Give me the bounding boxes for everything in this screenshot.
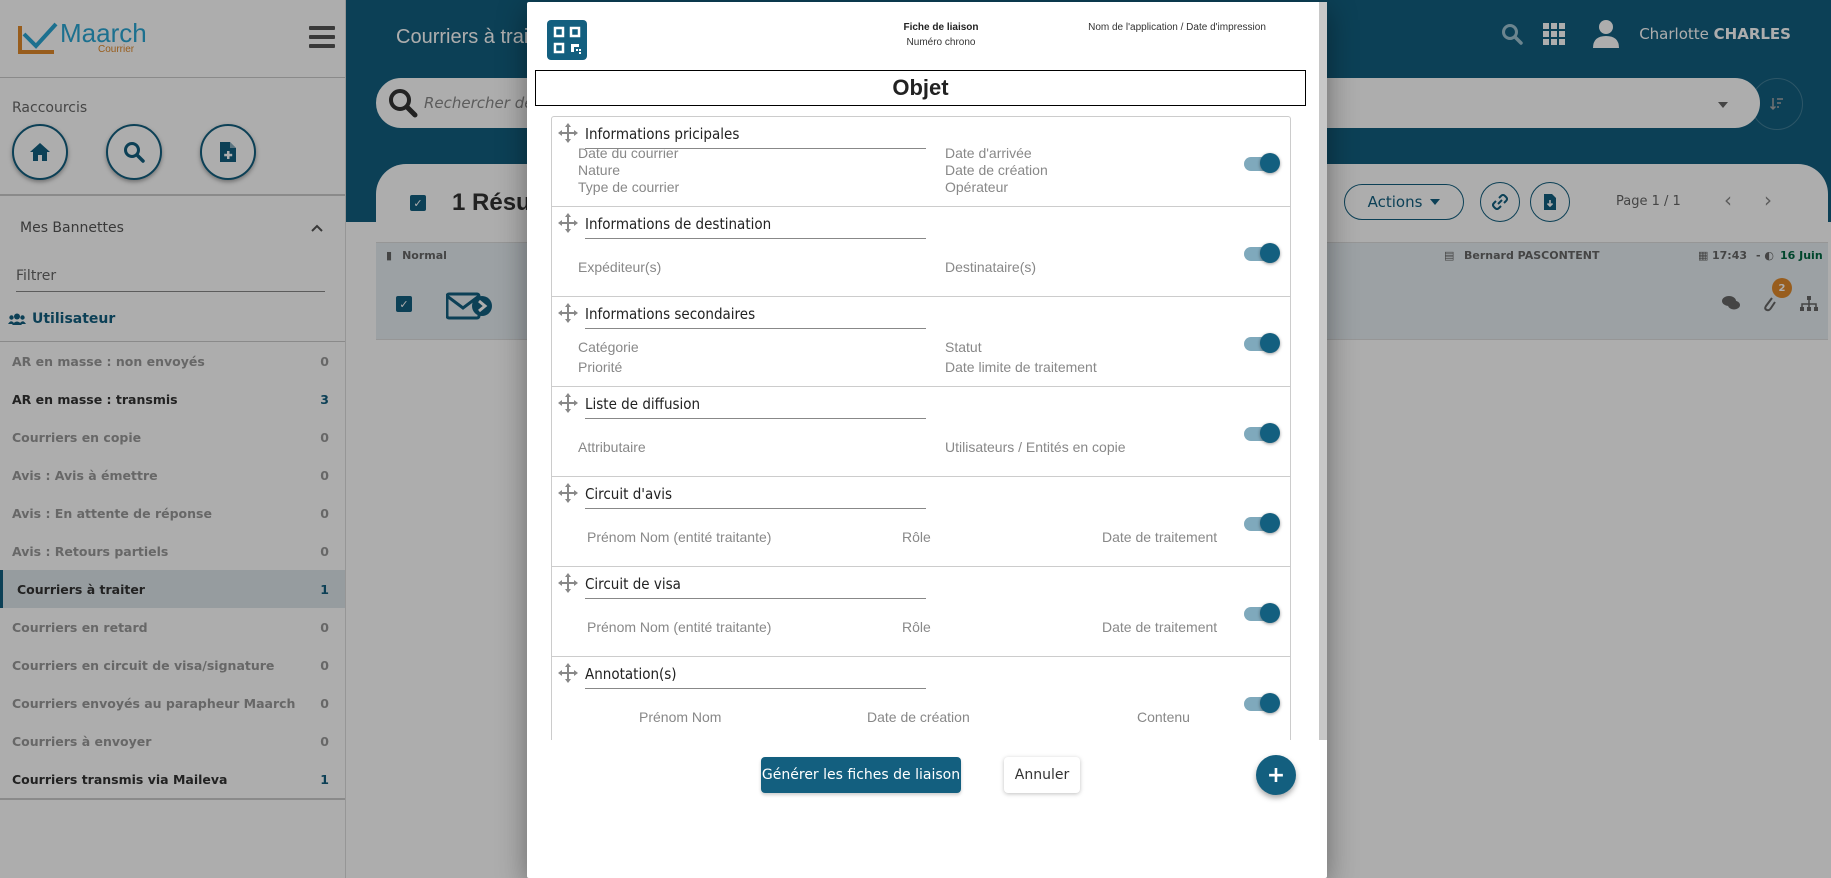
section-field-label: Prénom Nom bbox=[639, 709, 722, 725]
section-title-underline bbox=[585, 238, 926, 239]
cancel-button[interactable]: Annuler bbox=[1004, 757, 1080, 793]
section-field-label: Date de traitement bbox=[1102, 529, 1218, 545]
toggle-knob bbox=[1260, 423, 1280, 443]
drag-handle-icon[interactable] bbox=[558, 663, 578, 683]
section-field-label: Prénom Nom (entité traitante) bbox=[587, 619, 772, 635]
section-field-label: Priorité bbox=[578, 359, 623, 375]
section-title: Circuit d'avis bbox=[585, 485, 672, 503]
section-title: Informations pricipales bbox=[585, 125, 740, 143]
section-field-label: Statut bbox=[945, 339, 982, 355]
section-title: Informations de destination bbox=[585, 215, 772, 233]
dialog-actions: Générer les fiches de liaison Annuler + bbox=[527, 755, 1327, 797]
section-title: Liste de diffusion bbox=[585, 395, 701, 413]
fiche-header-title: Fiche de liaison bbox=[903, 22, 979, 33]
fiche-section[interactable]: Circuit d'avis Prénom Nom (entité traitan… bbox=[552, 477, 1290, 567]
section-field-label: Contenu bbox=[1137, 709, 1190, 725]
qr-code-glyph bbox=[553, 26, 581, 54]
section-field-label: Destinataire(s) bbox=[945, 259, 1037, 275]
section-enabled-toggle[interactable] bbox=[1242, 241, 1280, 265]
fiche-section[interactable]: Informations secondaires Catégorie Priorit… bbox=[552, 297, 1290, 387]
section-field-label: Utilisateurs / Entités en copie bbox=[945, 439, 1126, 455]
section-field-label: Expéditeur(s) bbox=[578, 259, 662, 275]
drag-handle-icon[interactable] bbox=[558, 573, 578, 593]
section-title: Informations secondaires bbox=[585, 305, 756, 323]
fiche-section[interactable]: Circuit de visa Prénom Nom (entité traita… bbox=[552, 567, 1290, 657]
drag-handle-icon[interactable] bbox=[558, 393, 578, 413]
fiche-header-app-date: Nom de l'application / Date d'impression bbox=[1088, 22, 1266, 33]
section-field-label: Type de courrier bbox=[578, 179, 680, 195]
app-root: Maarch Courrier Raccourcis Mes Bannettes… bbox=[0, 0, 1831, 878]
add-section-button[interactable]: + bbox=[1256, 755, 1296, 795]
section-field-label: Date du courrier bbox=[578, 145, 679, 161]
section-field-label: Date d'arrivée bbox=[945, 145, 1032, 161]
drag-handle-icon[interactable] bbox=[558, 123, 578, 143]
fiche-section[interactable]: Annotation(s) Prénom Nom Date de création C… bbox=[552, 657, 1290, 740]
section-enabled-toggle[interactable] bbox=[1242, 511, 1280, 535]
fiche-de-liaison-dialog: Fiche de liaison Numéro chrono Nom de l'… bbox=[527, 2, 1327, 878]
generate-fiches-button[interactable]: Générer les fiches de liaison bbox=[761, 757, 961, 793]
toggle-knob bbox=[1260, 603, 1280, 623]
section-field-label: Nature bbox=[578, 162, 621, 178]
drag-handle-icon[interactable] bbox=[558, 303, 578, 323]
toggle-knob bbox=[1260, 693, 1280, 713]
toggle-knob bbox=[1260, 243, 1280, 263]
section-enabled-toggle[interactable] bbox=[1242, 601, 1280, 625]
section-title: Circuit de visa bbox=[585, 575, 681, 593]
section-enabled-toggle[interactable] bbox=[1242, 331, 1280, 355]
section-title: Annotation(s) bbox=[585, 665, 677, 683]
section-enabled-toggle[interactable] bbox=[1242, 421, 1280, 445]
toggle-knob bbox=[1260, 333, 1280, 353]
section-field-label: Rôle bbox=[902, 529, 931, 545]
section-title-underline bbox=[585, 688, 926, 689]
section-enabled-toggle[interactable] bbox=[1242, 691, 1280, 715]
qr-code-icon bbox=[547, 20, 587, 60]
fiche-section[interactable]: Informations de destination Expéditeur(s)… bbox=[552, 207, 1290, 297]
section-field-label: Date de création bbox=[867, 709, 970, 725]
drag-handle-icon[interactable] bbox=[558, 213, 578, 233]
section-enabled-toggle[interactable] bbox=[1242, 151, 1280, 175]
section-field-label: Opérateur bbox=[945, 179, 1009, 195]
section-title-underline bbox=[585, 328, 926, 329]
section-title-underline bbox=[585, 598, 926, 599]
toggle-knob bbox=[1260, 153, 1280, 173]
dialog-scrollbar[interactable] bbox=[1319, 2, 1327, 740]
fiche-objet: Objet bbox=[535, 70, 1306, 106]
section-title-underline bbox=[585, 508, 926, 509]
toggle-knob bbox=[1260, 513, 1280, 533]
fiche-section[interactable]: Informations pricipales Date du courrier N… bbox=[552, 117, 1290, 207]
section-field-label: Date de traitement bbox=[1102, 619, 1218, 635]
fiche-section[interactable]: Liste de diffusion Attributaire Utilisateu… bbox=[552, 387, 1290, 477]
section-field-label: Catégorie bbox=[578, 339, 639, 355]
section-title-underline bbox=[585, 418, 926, 419]
section-field-label: Rôle bbox=[902, 619, 931, 635]
section-field-label: Prénom Nom (entité traitante) bbox=[587, 529, 772, 545]
fiche-header-chrono: Numéro chrono bbox=[906, 37, 976, 48]
section-field-label: Date de création bbox=[945, 162, 1048, 178]
section-field-label: Attributaire bbox=[578, 439, 646, 455]
section-field-label: Date limite de traitement bbox=[945, 359, 1097, 375]
drag-handle-icon[interactable] bbox=[558, 483, 578, 503]
fiche-sections-list: Informations pricipales Date du courrier N… bbox=[551, 116, 1291, 740]
